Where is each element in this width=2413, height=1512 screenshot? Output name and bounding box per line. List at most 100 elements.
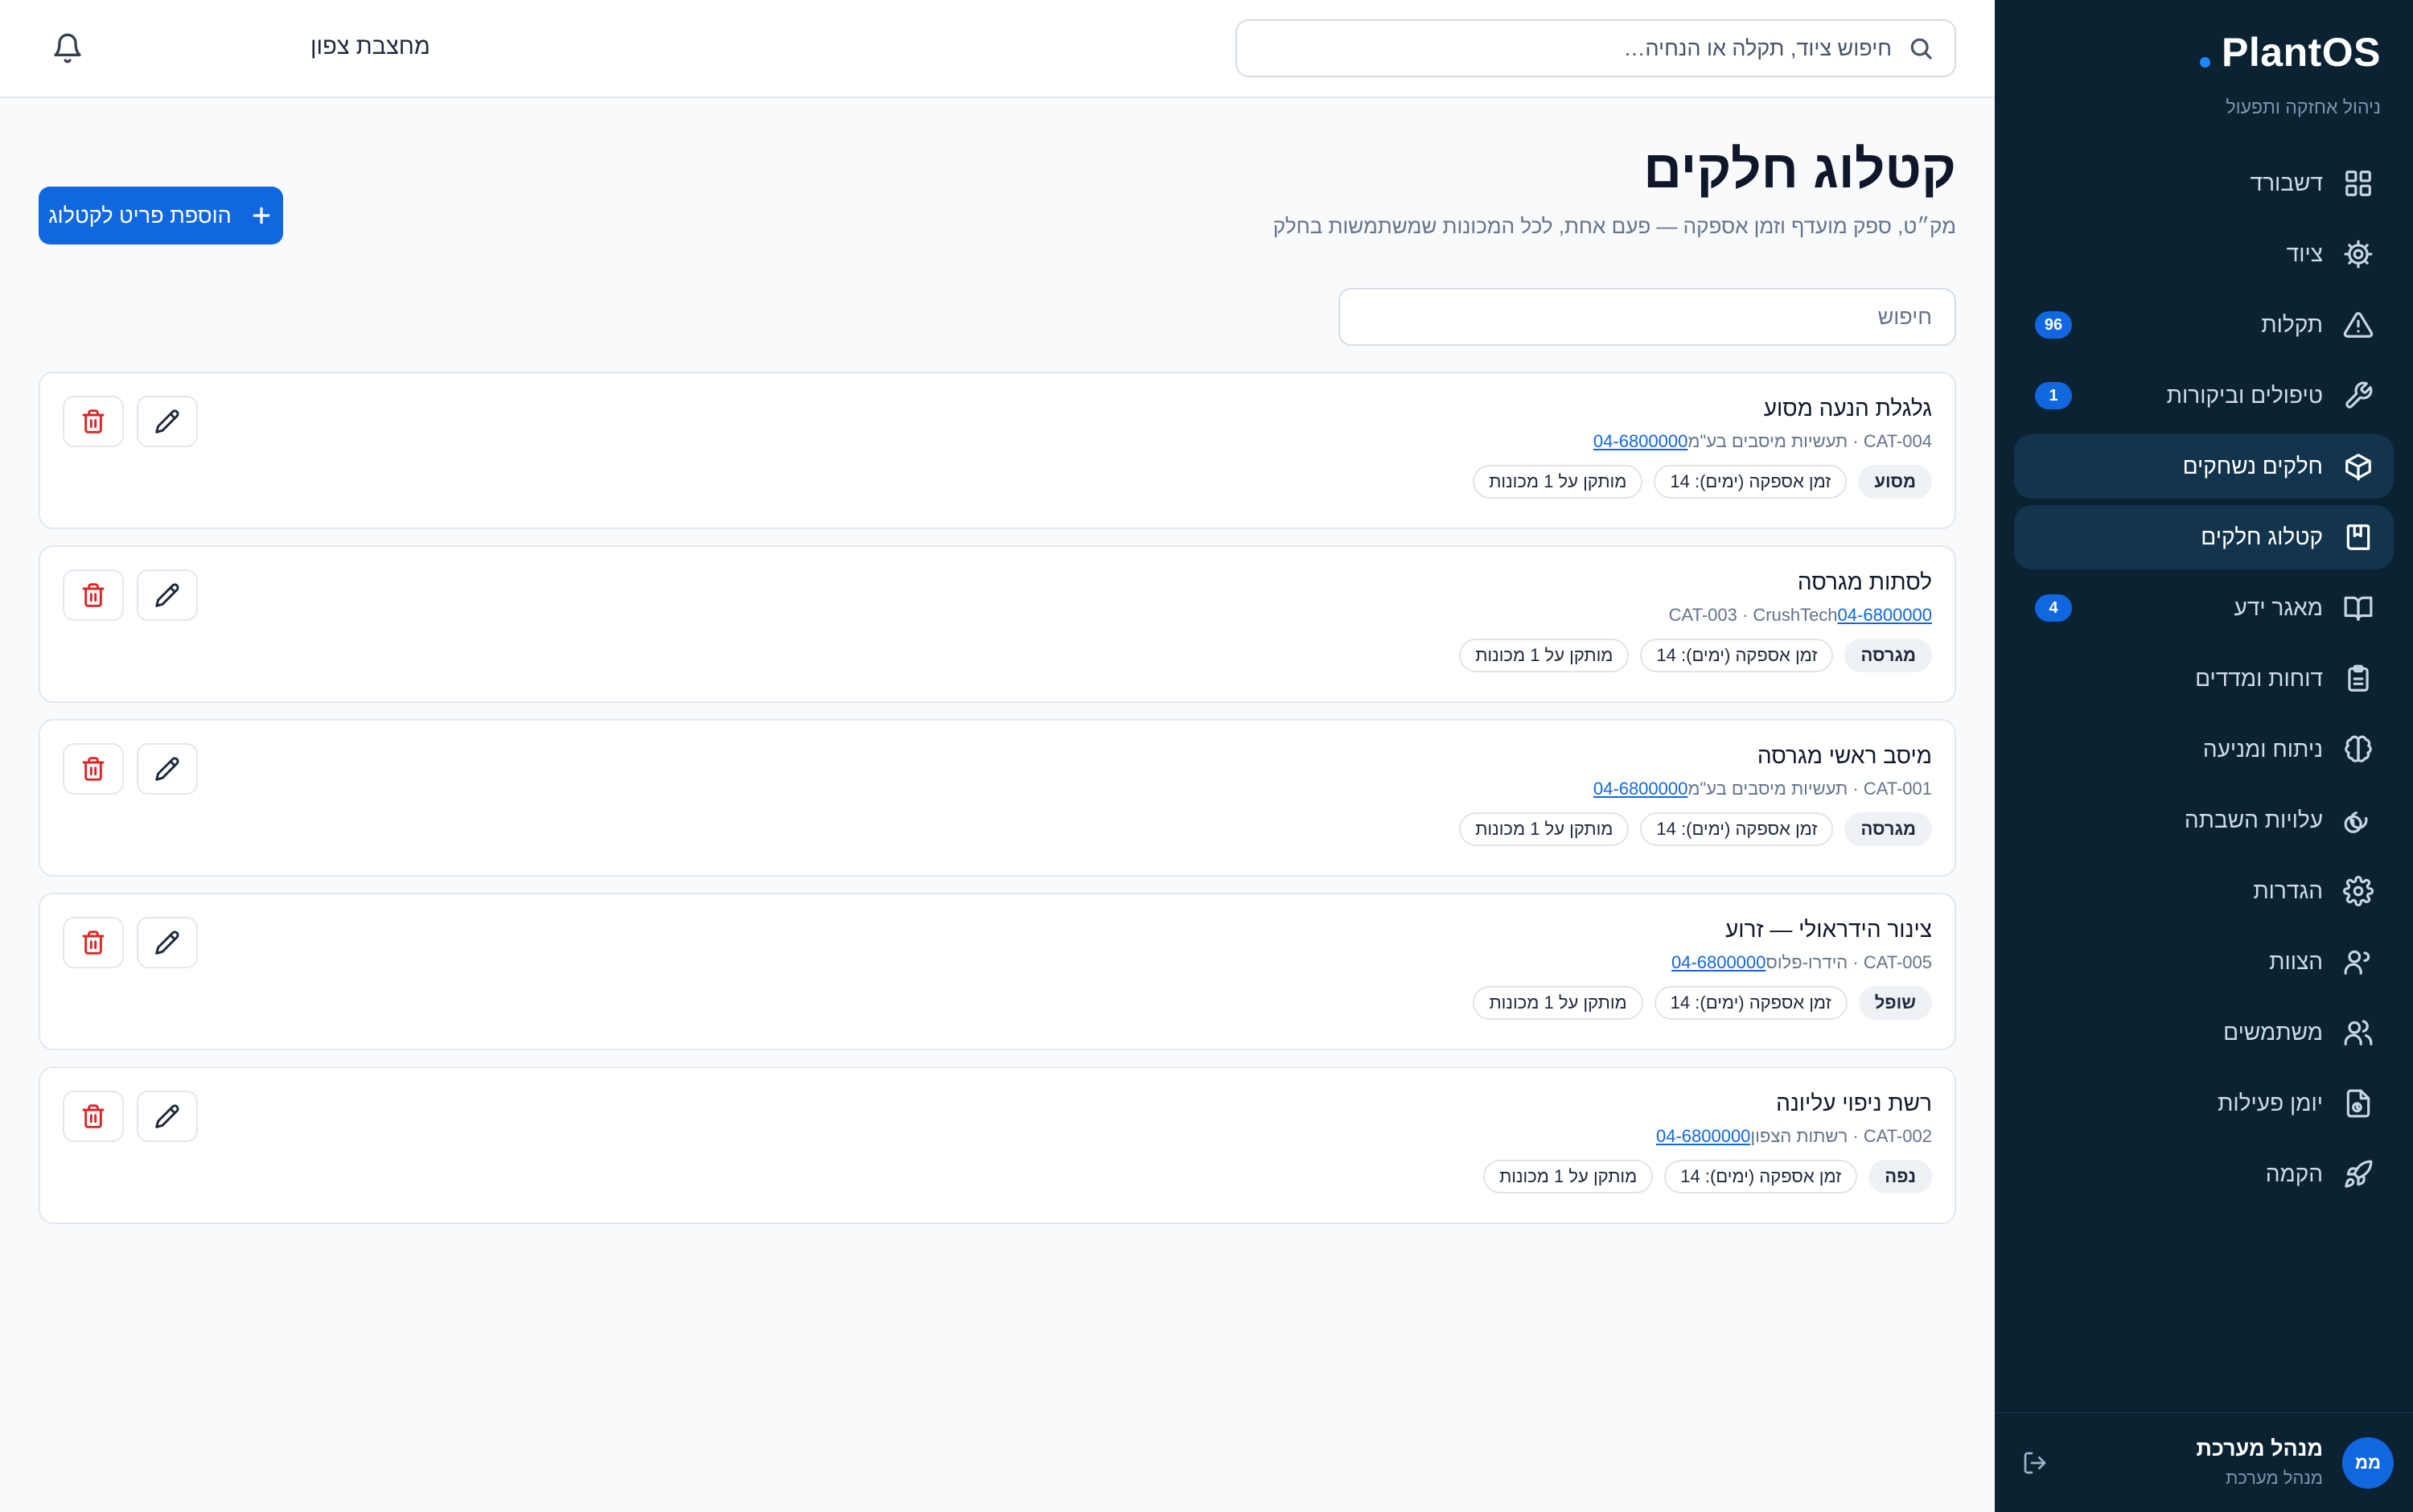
part-meta: CAT-002 · רשתות הצפון04-6800000 [1655,1126,1932,1146]
sidebar-item-label: חלקים נשחקים [2182,454,2323,479]
add-catalog-item-button[interactable]: הוספת פריט לקטלוג [39,187,283,244]
nav-icon [2342,1017,2374,1049]
sidebar-item-dashboard[interactable]: דשבורד [2014,151,2394,216]
delete-button[interactable] [63,396,124,447]
sidebar-item-label: ציוד [2286,241,2323,266]
settings-icon [2343,876,2374,906]
installed-count-chip: מותקן על 1 מכונות [1483,1160,1654,1194]
trash-icon [82,1104,105,1128]
sidebar-item-user[interactable]: הצוות [2014,930,2394,994]
sidebar-item-warning[interactable]: תקלות 96 [2014,293,2394,357]
global-search-input[interactable] [1258,35,1892,61]
pencil-icon [155,1104,179,1128]
edit-button[interactable] [137,743,198,795]
nav-icon [2342,380,2374,412]
sidebar-item-label: עלויות השבתה [2184,807,2323,832]
lead-time-chip: זמן אספקה (ימים): 14 [1640,812,1834,846]
brand-dot-icon [2200,56,2211,68]
catalog-item-details: גלגלת הנעה מסוע CAT-004 · תעשיות מיסבים ב… [1473,396,1932,499]
edit-button[interactable] [137,1091,198,1142]
lead-time-chip: זמן אספקה (ימים): 14 [1664,1160,1858,1194]
delete-button[interactable] [63,743,124,795]
delete-button[interactable] [63,1091,124,1142]
user-panel: ממ מנהל מערכת מנהל מערכת [1995,1412,2413,1512]
sidebar-item-box[interactable]: חלקים נשחקים [2014,434,2394,499]
brain-icon [2345,735,2372,762]
nav-icon [2342,1158,2374,1190]
catalog-item-card[interactable]: צינור הידראולי — זרוע CAT-005 · הידרו-פלו… [39,893,1956,1050]
sidebar-item-coins[interactable]: עלויות השבתה [2014,788,2394,853]
catalog-item-card[interactable]: גלגלת הנעה מסוע CAT-004 · תעשיות מיסבים ב… [39,372,1956,529]
sidebar-item-wrench[interactable]: טיפולים וביקורות 1 [2014,364,2394,428]
sidebar-item-label: הקמה [2265,1161,2323,1186]
sidebar-item-clipboard[interactable]: דוחות ומדדים [2014,647,2394,711]
part-tags: מסוע זמן אספקה (ימים): 14 מותקן על 1 מכונו… [1473,465,1932,499]
installed-count-chip: מותקן על 1 מכונות [1473,465,1643,499]
catalog-item-card[interactable]: מיסב ראשי מגרסה CAT-001 · תעשיות מיסבים ב… [39,719,1956,877]
category-chip: נפה [1868,1160,1932,1194]
bell-icon [54,33,81,64]
pencil-icon [155,757,179,781]
nav-icon [2342,309,2374,341]
edit-button[interactable] [137,396,198,447]
sidebar-item-label: יומן פעילות [2218,1091,2323,1116]
nav-icon [2342,875,2374,907]
supplier-phone-link[interactable]: 04-6800000 [1593,431,1687,451]
brand-name: PlantOS [2222,30,2381,75]
nav-icon [2342,592,2374,624]
nav-icon [2342,167,2374,199]
user-role: מנהל מערכת [2226,1468,2323,1488]
part-meta: CAT-001 · תעשיות מיסבים בע"מ04-6800000 [1593,779,1932,799]
sidebar-item-gear[interactable]: ציוד [2014,222,2394,286]
sidebar-item-label: ניתוח ומניעה [2202,737,2323,762]
supplier-phone-link[interactable]: 04-6800000 [1656,1126,1750,1146]
sidebar-item-users[interactable]: משתמשים [2014,1000,2394,1065]
site-selector[interactable]: מחצבת צפון [310,34,430,60]
rocket-icon [2345,1160,2373,1188]
sidebar-item-brain[interactable]: ניתוח ומניעה [2014,717,2394,782]
catalog-item-card[interactable]: רשת ניפוי עליונה CAT-002 · רשתות הצפון04-… [39,1066,1956,1224]
avatar[interactable]: ממ [2342,1436,2394,1489]
count-badge: 96 [2035,311,2072,339]
dashboard-icon [2345,171,2371,196]
catalog-item-details: מיסב ראשי מגרסה CAT-001 · תעשיות מיסבים ב… [1459,743,1932,846]
sidebar-item-label: תקלות [2261,312,2323,337]
sidebar-item-settings[interactable]: הגדרות [2014,859,2394,923]
card-actions [63,917,198,968]
notifications-button[interactable] [51,32,84,64]
pencil-icon [155,583,179,607]
lead-time-chip: זמן אספקה (ימים): 14 [1654,986,1848,1020]
card-actions [63,743,198,795]
logout-button[interactable] [2019,1447,2051,1479]
brand-logo[interactable]: PlantOS [2200,29,2381,76]
supplier-phone-link[interactable]: 04-6800000 [1593,779,1687,799]
catalog-item-details: צינור הידראולי — זרוע CAT-005 · הידרו-פלו… [1473,917,1932,1020]
sidebar-item-rocket[interactable]: הקמה [2014,1142,2394,1206]
supplier-phone-link[interactable]: 04-6800000 [1671,952,1766,972]
part-tags: מגרסה זמן אספקה (ימים): 14 מותקן על 1 מכונ… [1459,639,1932,672]
delete-button[interactable] [63,917,124,968]
supplier-phone-link[interactable]: 04-6800000 [1838,605,1932,625]
sidebar-item-label: דשבורד [2250,171,2323,195]
catalog-search-input[interactable] [1338,288,1956,346]
sidebar-item-label: הגדרות [2253,878,2323,903]
edit-button[interactable] [137,569,198,621]
part-meta: CAT-005 · הידרו-פלוס04-6800000 [1671,952,1932,972]
edit-button[interactable] [137,917,198,968]
sidebar-item-catalog[interactable]: קטלוג חלקים [2014,505,2394,569]
nav-icon [2342,946,2374,978]
part-supplier: תעשיות מיסבים בע"מ [1687,779,1848,799]
plus-icon [253,207,270,224]
sidebar-item-book[interactable]: מאגר ידע 4 [2014,576,2394,640]
sidebar-item-activity-log[interactable]: יומן פעילות [2014,1071,2394,1136]
sidebar-item-label: דוחות ומדדים [2195,666,2323,691]
catalog-item-card[interactable]: לסתות מגרסה CAT-003 · CrushTech04-6800000… [39,545,1956,703]
delete-button[interactable] [63,569,124,621]
gear-icon [2344,240,2373,269]
nav-icon [2342,521,2374,553]
category-chip: שופל [1858,986,1932,1020]
card-actions [63,569,198,621]
sidebar-nav: דשבורד ציוד תקלות 96 טיפולים וביקורות 1 חלקים … [2014,151,2394,1213]
search-icon [1910,38,1932,60]
trash-icon [82,409,105,433]
